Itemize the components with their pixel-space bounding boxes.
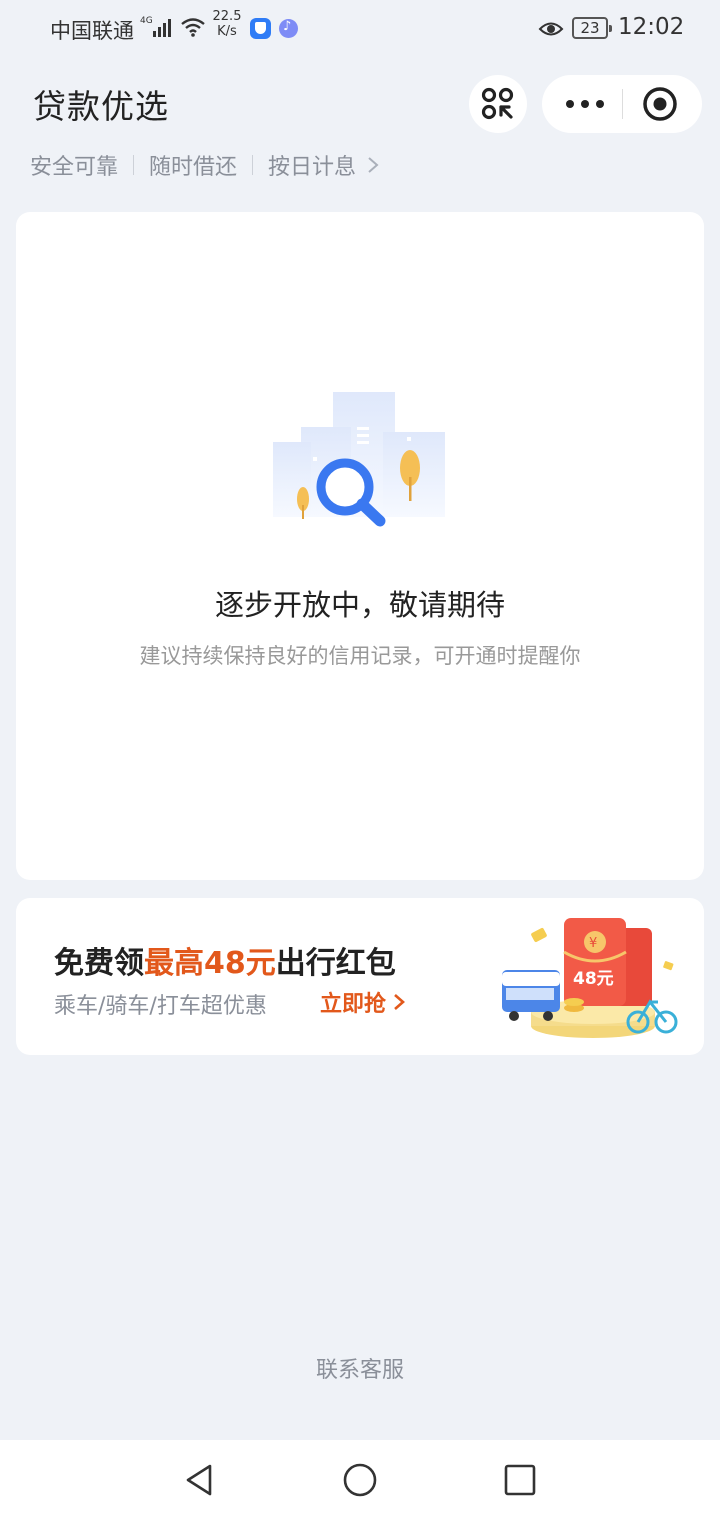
red-packet-illustration: ¥ 48元 <box>502 918 678 1038</box>
promo-cta-label: 立即抢 <box>320 992 387 1017</box>
speed-value: 22.5 <box>212 9 242 24</box>
promo-title-prefix: 免费领 <box>54 946 144 981</box>
scan-button[interactable] <box>469 75 527 133</box>
capsule-menu <box>542 75 702 133</box>
empty-state-subtitle: 建议持续保持良好的信用记录，可开通时提醒你 <box>139 644 581 668</box>
eye-comfort-icon <box>538 22 564 36</box>
tag-safe: 安全可靠 <box>30 155 119 180</box>
feature-tags[interactable]: 安全可靠 随时借还 按日计息 <box>30 150 380 180</box>
capsule-divider <box>622 89 623 119</box>
promo-title: 免费领最高48元出行红包 <box>54 938 396 982</box>
empty-state-card: 逐步开放中，敬请期待 建议持续保持良好的信用记录，可开通时提醒你 <box>16 212 704 880</box>
close-icon[interactable] <box>642 86 678 122</box>
tag-flexible: 随时借还 <box>149 155 238 180</box>
system-nav-bar <box>0 1440 720 1520</box>
scan-icon <box>481 87 514 120</box>
wifi-icon <box>181 18 205 37</box>
chevron-right-icon <box>394 994 405 1010</box>
chevron-right-icon <box>368 157 379 173</box>
recent-apps-icon[interactable] <box>502 1462 538 1498</box>
network-speed: 22.5 K/s <box>210 9 244 39</box>
signal-icon: 4G <box>140 16 171 37</box>
promo-title-suffix: 出行红包 <box>275 946 396 981</box>
home-icon[interactable] <box>342 1462 378 1498</box>
more-icon[interactable] <box>560 89 610 119</box>
svg-text:¥: ¥ <box>589 936 597 951</box>
music-app-icon <box>279 19 298 38</box>
promo-cta-button[interactable]: 立即抢 <box>320 986 406 1018</box>
shield-app-icon <box>250 18 271 39</box>
status-bar: 中国联通 4G 22.5 K/s 23 12:02 <box>0 0 720 58</box>
page-title: 贷款优选 <box>33 87 169 126</box>
promo-subtitle: 乘车/骑车/打车超优惠 <box>54 994 267 1019</box>
empty-state-title: 逐步开放中，敬请期待 <box>214 588 505 622</box>
tag-divider <box>252 155 254 175</box>
packet-amount: 48元 <box>573 969 614 989</box>
tag-daily-interest: 按日计息 <box>268 155 357 180</box>
tag-divider <box>133 155 135 175</box>
speed-unit: K/s <box>217 24 237 39</box>
network-type-label: 4G <box>140 16 153 26</box>
carrier-label: 中国联通 <box>50 19 134 43</box>
promo-banner[interactable]: 免费领最高48元出行红包 乘车/骑车/打车超优惠 立即抢 ¥ 48元 <box>16 898 704 1055</box>
back-icon[interactable] <box>182 1462 218 1498</box>
search-illustration <box>273 392 445 527</box>
promo-title-highlight: 最高48元 <box>144 946 276 981</box>
clock: 12:02 <box>618 14 685 40</box>
battery-indicator: 23 <box>572 17 612 39</box>
contact-support-link[interactable]: 联系客服 <box>0 1352 720 1384</box>
